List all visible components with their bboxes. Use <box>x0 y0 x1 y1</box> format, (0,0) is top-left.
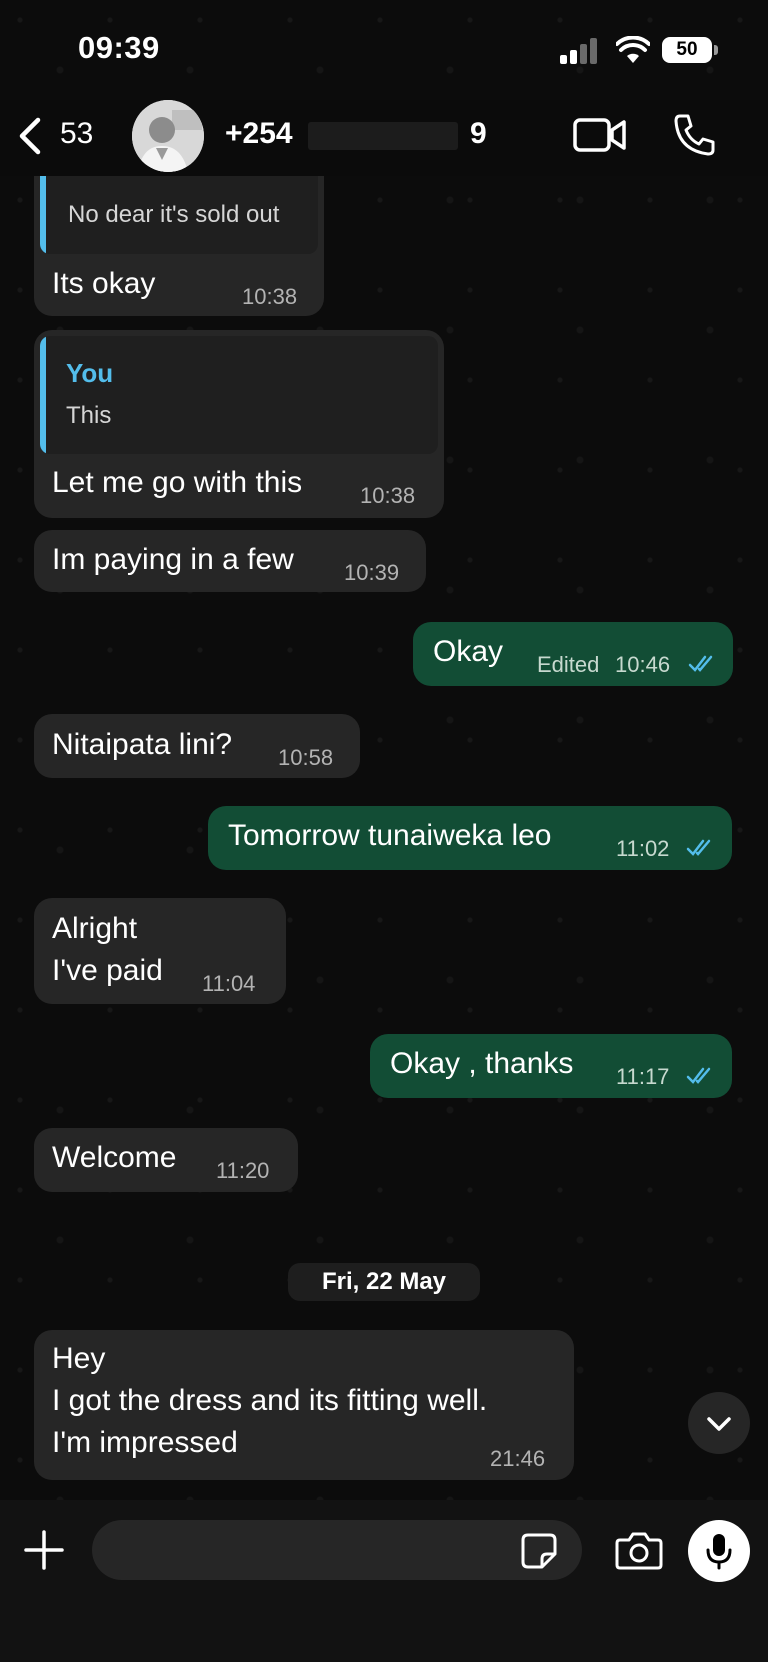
incoming-message[interactable]: You This Let me go with this 10:38 <box>34 330 444 518</box>
message-text: Okay , thanks <box>390 1047 574 1080</box>
sticker-icon[interactable] <box>520 1532 558 1570</box>
message-time: 10:38 <box>360 483 416 508</box>
redacted-number <box>308 122 458 150</box>
incoming-message[interactable]: Hey I got the dress and its fitting well… <box>34 1330 574 1480</box>
outgoing-message[interactable]: Okay Edited 10:46 <box>413 622 733 686</box>
contact-avatar[interactable] <box>132 100 204 172</box>
incoming-message[interactable]: Welcome 11:20 <box>34 1128 298 1192</box>
outgoing-message[interactable]: Okay , thanks 11:17 <box>370 1034 732 1098</box>
message-time: 11:20 <box>216 1158 270 1183</box>
back-chevron-icon[interactable] <box>16 116 46 156</box>
message-time: 10:58 <box>278 745 334 770</box>
read-receipt-icon <box>686 1067 711 1084</box>
message-time: 10:38 <box>242 284 298 309</box>
date-divider: Fri, 22 May <box>288 1263 480 1301</box>
cellular-signal-icon <box>560 38 600 64</box>
incoming-message[interactable]: Nitaipata lini? 10:58 <box>34 714 360 778</box>
message-time: 21:46 <box>490 1446 546 1471</box>
message-time: 10:46 <box>615 652 671 677</box>
chevron-down-icon <box>707 1417 731 1431</box>
read-receipt-icon <box>688 655 713 672</box>
incoming-message[interactable]: Im paying in a few 10:39 <box>34 530 426 592</box>
message-time: 11:04 <box>202 971 256 996</box>
status-bar: 09:39 50 <box>0 0 768 100</box>
scroll-to-bottom-button[interactable] <box>688 1392 750 1454</box>
message-input[interactable] <box>92 1520 582 1580</box>
message-text: Tomorrow tunaiweka leo <box>228 819 552 852</box>
quote-accent-bar <box>40 336 46 454</box>
quote-author: You <box>66 358 114 388</box>
chat-header: 53 +254 9 <box>0 100 768 176</box>
message-time: 10:39 <box>344 560 400 585</box>
voice-record-button[interactable] <box>688 1520 750 1582</box>
message-time: 11:02 <box>616 836 670 861</box>
unread-chats-count[interactable]: 53 <box>60 117 93 151</box>
phone-call-icon[interactable] <box>672 112 716 158</box>
video-call-icon[interactable] <box>572 112 628 158</box>
quote-text: This <box>66 402 112 429</box>
battery-tip <box>714 45 718 55</box>
microphone-icon <box>706 1534 732 1570</box>
contact-name-suffix[interactable]: 9 <box>470 117 487 151</box>
camera-icon[interactable] <box>614 1530 664 1570</box>
contact-name-prefix[interactable]: +254 <box>225 117 293 151</box>
quoted-reply[interactable]: No dear it's sold out <box>40 176 318 254</box>
message-time: 11:17 <box>616 1064 670 1089</box>
battery-indicator: 50 <box>662 37 712 63</box>
quote-accent-bar <box>40 176 46 254</box>
message-text: Okay <box>433 635 504 668</box>
message-text: Alright I've paid <box>52 912 163 987</box>
quote-text: No dear it's sold out <box>68 201 280 228</box>
message-text: Hey I got the dress and its fitting well… <box>52 1342 488 1459</box>
message-text: Nitaipata lini? <box>52 728 233 761</box>
wifi-icon <box>616 36 650 63</box>
outgoing-message[interactable]: Tomorrow tunaiweka leo 11:02 <box>208 806 732 870</box>
message-text: Welcome <box>52 1141 177 1174</box>
plus-icon[interactable] <box>24 1530 64 1570</box>
quoted-reply[interactable]: You This <box>40 336 438 454</box>
status-time: 09:39 <box>78 30 160 65</box>
message-text: Its okay <box>52 267 156 300</box>
message-text: Let me go with this <box>52 466 303 499</box>
edited-label: Edited <box>537 652 600 677</box>
message-composer <box>0 1500 768 1662</box>
read-receipt-icon <box>686 839 711 856</box>
message-text: Im paying in a few <box>52 543 294 576</box>
incoming-message[interactable]: No dear it's sold out Its okay 10:38 <box>34 176 324 316</box>
incoming-message[interactable]: Alright I've paid 11:04 <box>34 898 286 1004</box>
